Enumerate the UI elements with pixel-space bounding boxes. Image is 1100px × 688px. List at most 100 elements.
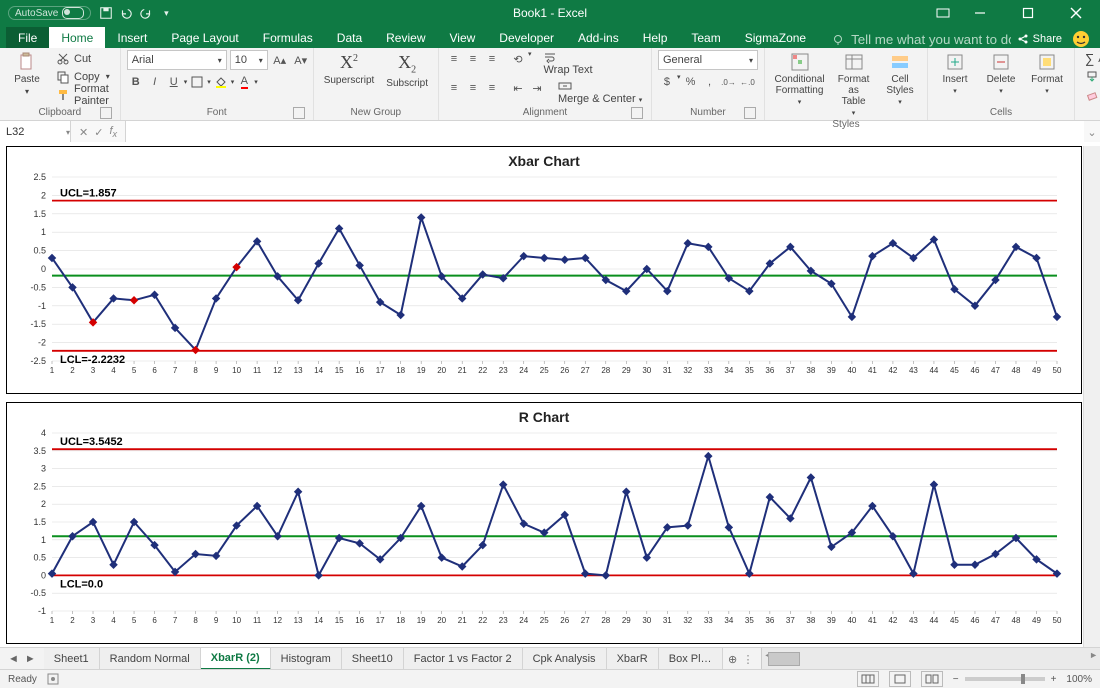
increase-decimal-icon[interactable]: .0→ (719, 73, 737, 91)
zoom-out-icon[interactable]: − (953, 674, 959, 685)
cell-styles-button[interactable]: Cell Styles▾ (879, 50, 921, 108)
insert-cells-button[interactable]: Insert▾ (934, 50, 976, 97)
page-layout-view-icon[interactable] (889, 671, 911, 687)
align-middle-icon[interactable]: ≡ (464, 50, 482, 68)
enter-formula-icon[interactable]: ✓ (94, 126, 103, 139)
sheet-tab[interactable]: XbarR (607, 648, 659, 670)
worksheet-canvas[interactable]: Xbar Chart -2.5-2-1.5-1-0.500.511.522.51… (0, 142, 1100, 648)
tab-formulas[interactable]: Formulas (251, 27, 325, 48)
account-icon[interactable] (1072, 30, 1090, 48)
tab-help[interactable]: Help (631, 27, 680, 48)
tell-me-input[interactable] (849, 31, 1013, 48)
format-cells-button[interactable]: Format▾ (1026, 50, 1068, 97)
tab-review[interactable]: Review (374, 27, 437, 48)
merge-center-button[interactable]: Merge & Center ▾ (558, 79, 642, 105)
qat-dropdown-icon[interactable]: ▾ (159, 6, 173, 20)
sheet-tab[interactable]: Sheet1 (44, 648, 100, 670)
align-center-icon[interactable]: ≡ (464, 79, 482, 97)
tell-me-search[interactable] (832, 31, 1013, 48)
subscript-button[interactable]: X2Subscript (382, 50, 432, 91)
expand-formula-bar-icon[interactable]: ⌄ (1084, 126, 1100, 139)
tab-developer[interactable]: Developer (487, 27, 566, 48)
tab-data[interactable]: Data (325, 27, 374, 48)
page-break-view-icon[interactable] (921, 671, 943, 687)
tab-insert[interactable]: Insert (105, 27, 159, 48)
align-left-icon[interactable]: ≡ (445, 79, 463, 97)
sheet-tab[interactable]: Cpk Analysis (523, 648, 607, 670)
border-button[interactable] (188, 73, 206, 91)
normal-view-icon[interactable] (857, 671, 879, 687)
undo-icon[interactable] (119, 6, 133, 20)
tab-home[interactable]: Home (49, 27, 105, 48)
format-as-table-button[interactable]: Format as Table▾ (832, 50, 875, 119)
font-name-select[interactable]: Arial▾ (127, 50, 227, 70)
align-right-icon[interactable]: ≡ (483, 79, 501, 97)
tab-view[interactable]: View (438, 27, 488, 48)
decrease-indent-icon[interactable]: ⇤ (509, 79, 527, 97)
macro-record-icon[interactable] (47, 673, 59, 685)
maximize-button[interactable] (1010, 0, 1046, 26)
increase-indent-icon[interactable]: ⇥ (528, 79, 546, 97)
cancel-formula-icon[interactable]: ✕ (79, 126, 88, 139)
number-format-select[interactable]: General▾ (658, 50, 758, 70)
delete-cells-button[interactable]: Delete▾ (980, 50, 1022, 97)
clear-button[interactable]: Clear ▾ (1081, 86, 1100, 103)
cut-button[interactable]: Cut (52, 50, 114, 67)
paste-button[interactable]: Paste▾ (6, 50, 48, 98)
r-chart[interactable]: R Chart -1-0.500.511.522.533.54123456789… (6, 402, 1082, 644)
align-bottom-icon[interactable]: ≡ (483, 50, 501, 68)
close-button[interactable] (1058, 0, 1094, 26)
sheet-tab[interactable]: XbarR (2) (201, 648, 271, 670)
ribbon-display-icon[interactable] (936, 6, 950, 20)
name-box[interactable]: L32▾ (0, 121, 71, 143)
dialog-launcher-icon[interactable] (744, 107, 756, 119)
zoom-in-icon[interactable]: + (1051, 674, 1057, 685)
sheet-tab[interactable]: Histogram (271, 648, 342, 670)
dialog-launcher-icon[interactable] (631, 107, 643, 119)
font-size-select[interactable]: 10▾ (230, 50, 268, 70)
formula-input[interactable] (125, 121, 1084, 143)
tab-addins[interactable]: Add-ins (566, 27, 631, 48)
horizontal-scrollbar[interactable]: ◄ ► (761, 648, 1100, 670)
accounting-format-icon[interactable]: $ (658, 73, 676, 91)
superscript-button[interactable]: X2Superscript (320, 50, 379, 88)
format-painter-button[interactable]: Format Painter (52, 86, 114, 103)
conditional-formatting-button[interactable]: Conditional Formatting▾ (771, 50, 828, 108)
underline-button[interactable]: U (165, 73, 183, 91)
autosum-button[interactable]: ∑AutoSum ▾ (1081, 50, 1100, 67)
wrap-text-button[interactable]: Wrap Text (543, 50, 592, 76)
share-button[interactable]: Share (1017, 33, 1062, 45)
dialog-launcher-icon[interactable] (100, 107, 112, 119)
zoom-level[interactable]: 100% (1066, 674, 1092, 685)
redo-icon[interactable] (139, 6, 153, 20)
dialog-launcher-icon[interactable] (293, 107, 305, 119)
scroll-right-icon[interactable]: ► (1089, 650, 1098, 660)
tab-file[interactable]: File (6, 27, 49, 48)
new-sheet-button[interactable]: ⊕ (723, 648, 743, 670)
fill-color-button[interactable] (212, 73, 230, 91)
save-icon[interactable] (99, 6, 113, 20)
sheet-tab[interactable]: Box Pl… (659, 648, 723, 670)
fill-button[interactable]: Fill ▾ (1081, 68, 1100, 85)
minimize-button[interactable] (962, 0, 998, 26)
bold-button[interactable]: B (127, 73, 145, 91)
italic-button[interactable]: I (146, 73, 164, 91)
fx-icon[interactable]: fx (109, 125, 117, 139)
align-top-icon[interactable]: ≡ (445, 50, 463, 68)
tab-team[interactable]: Team (679, 27, 732, 48)
xbar-chart[interactable]: Xbar Chart -2.5-2-1.5-1-0.500.511.522.51… (6, 146, 1082, 394)
increase-font-icon[interactable]: A▴ (271, 51, 289, 69)
tab-page-layout[interactable]: Page Layout (159, 27, 250, 48)
tab-sigmazone[interactable]: SigmaZone (733, 27, 818, 48)
zoom-slider[interactable]: − + (953, 674, 1057, 685)
sheet-tab[interactable]: Sheet10 (342, 648, 404, 670)
vertical-scrollbar[interactable] (1083, 146, 1100, 648)
font-color-button[interactable]: A (235, 73, 253, 91)
decrease-font-icon[interactable]: A▾ (292, 51, 310, 69)
comma-format-icon[interactable]: , (700, 73, 718, 91)
sheet-nav-prev-icon[interactable]: ◄ (8, 653, 19, 665)
percent-format-icon[interactable]: % (681, 73, 699, 91)
sheet-nav-next-icon[interactable]: ► (25, 653, 36, 665)
autosave-toggle[interactable]: AutoSave (8, 6, 91, 20)
orientation-icon[interactable]: ⟲ (509, 50, 527, 68)
